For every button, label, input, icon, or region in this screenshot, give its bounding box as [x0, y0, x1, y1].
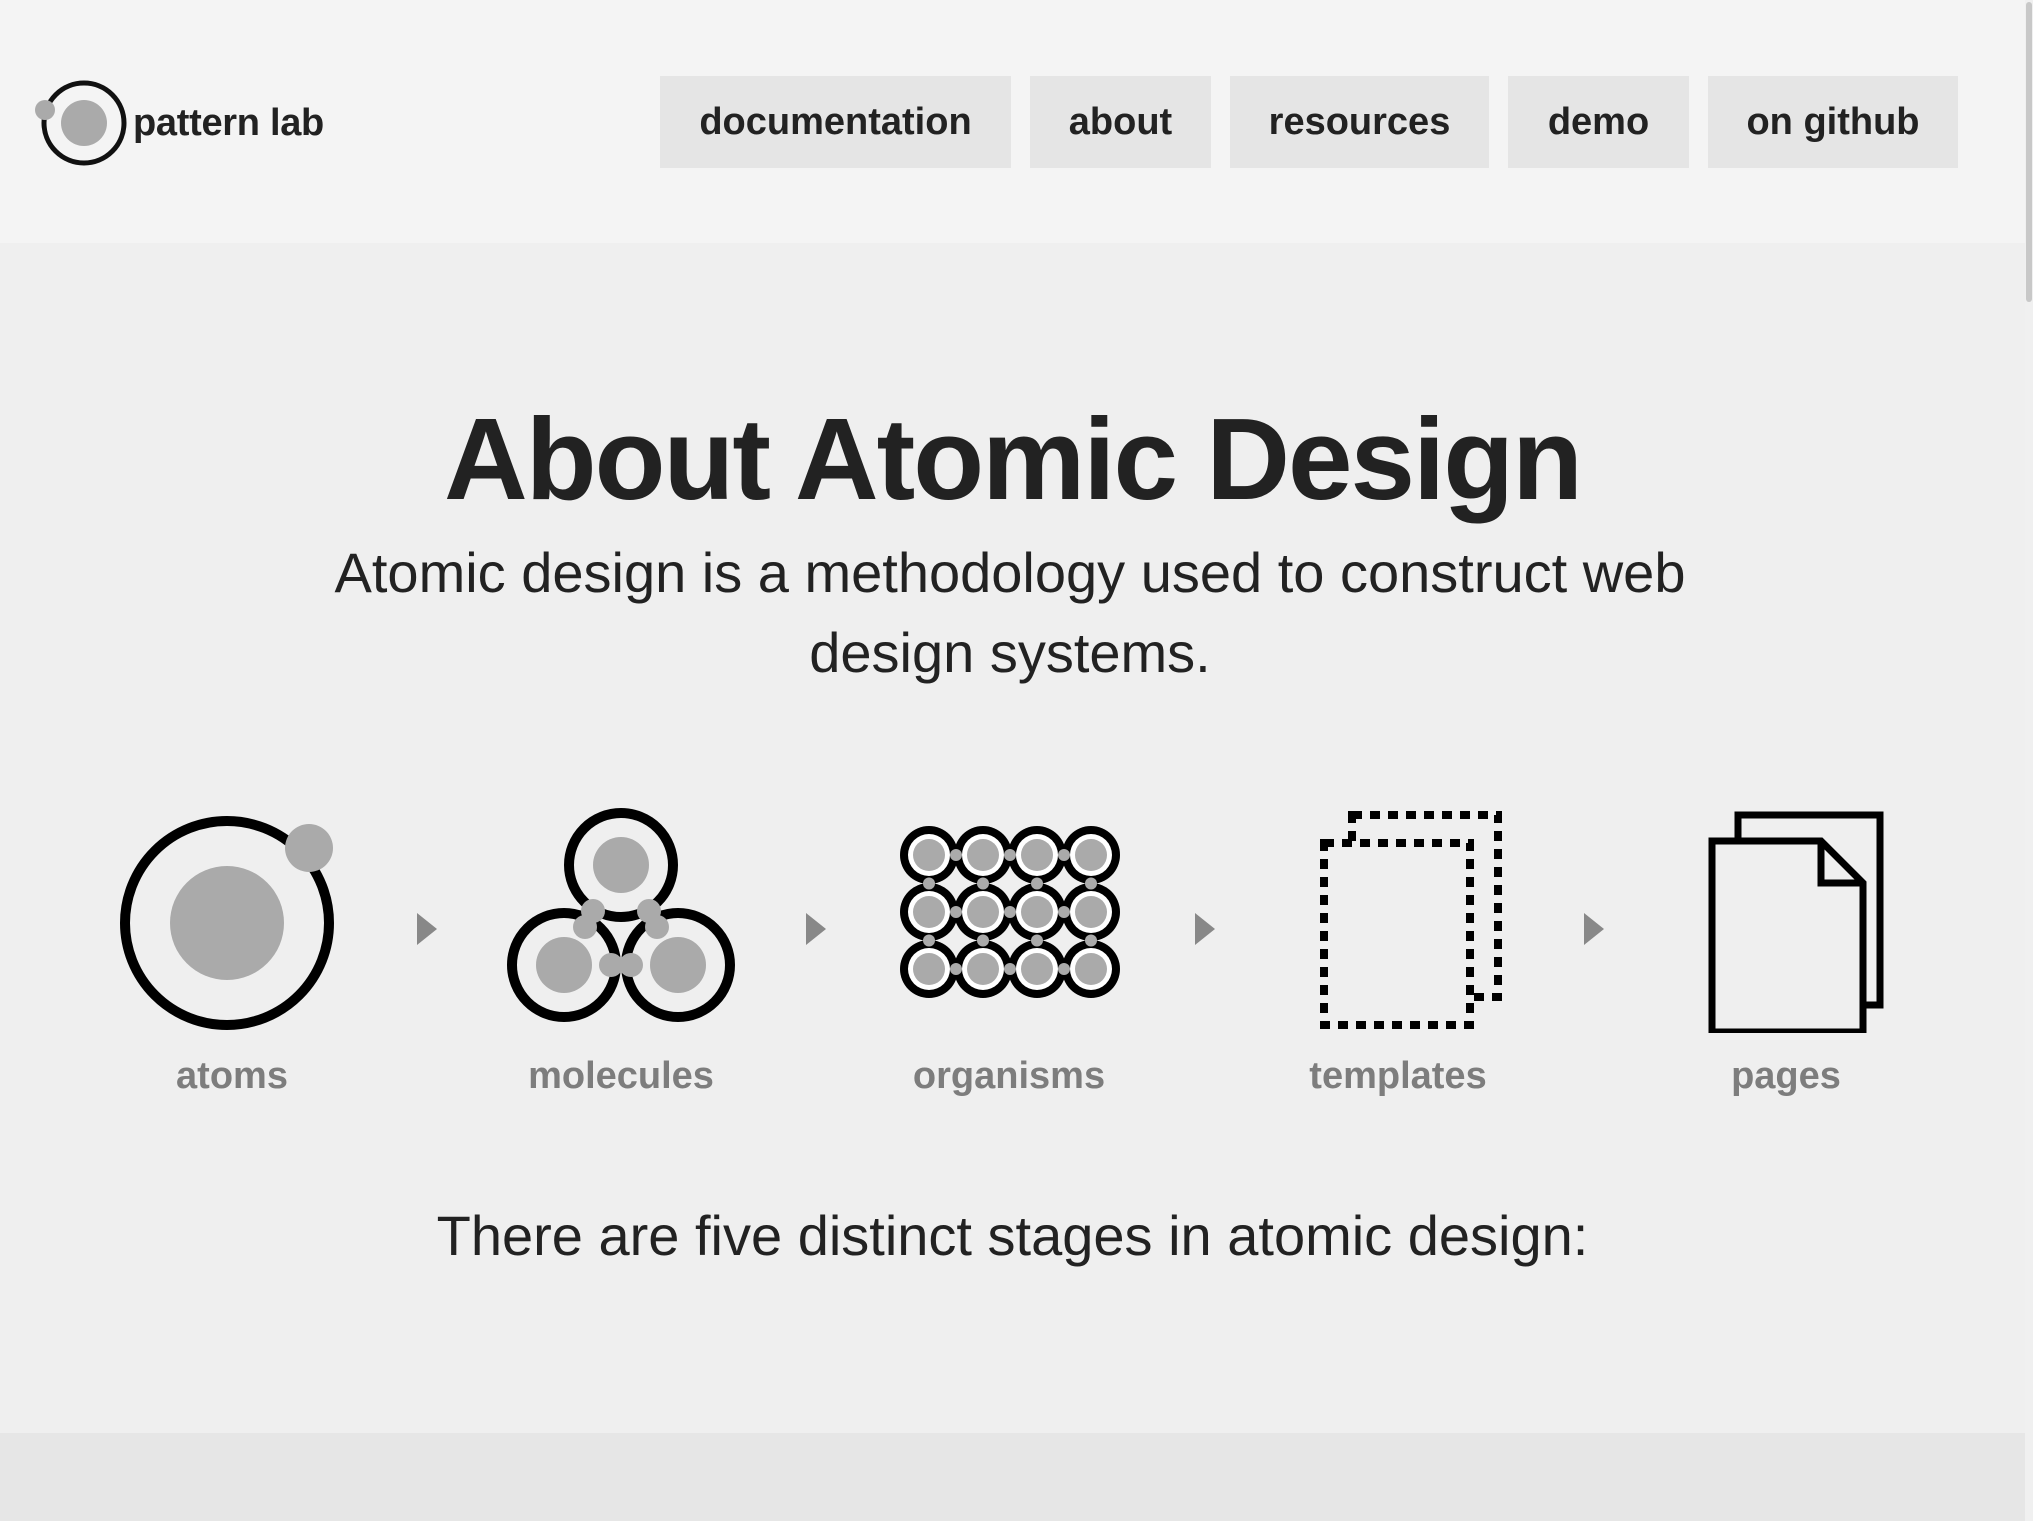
page-subtitle: Atomic design is a methodology used to c… — [334, 541, 1686, 684]
logo[interactable]: pattern lab — [34, 78, 324, 168]
main-content: About Atomic Design Atomic design is a m… — [0, 243, 2025, 1433]
scrollbar-thumb[interactable] — [2026, 2, 2032, 302]
stage-pages: pages — [1646, 803, 1926, 1098]
stages-intro-text: There are five distinct stages in atomic… — [436, 1204, 1589, 1267]
site-header: pattern lab documentation about resource… — [0, 0, 2025, 243]
stage-label-organisms: organisms — [912, 1055, 1106, 1097]
stage-molecules: molecules — [481, 803, 761, 1098]
arrow-right-icon — [806, 913, 826, 945]
stage-label-atoms: atoms — [176, 1055, 288, 1097]
nav-about[interactable]: about — [1030, 76, 1211, 168]
footer-band — [0, 1433, 2025, 1521]
nav-documentation[interactable]: documentation — [660, 76, 1011, 168]
scrollbar[interactable] — [2025, 0, 2033, 1521]
pages-icon — [1708, 811, 1884, 1033]
stage-organisms: organisms — [869, 803, 1149, 1098]
logo-text: pattern lab — [133, 101, 324, 144]
pattern-lab-logo-icon — [35, 80, 127, 166]
stage-label-templates: templates — [1309, 1055, 1487, 1097]
arrow-right-icon — [1584, 913, 1604, 945]
template-icon — [1320, 811, 1502, 1029]
stages-diagram: atoms molecules organisms templates page… — [0, 803, 2025, 1123]
nav-demo[interactable]: demo — [1508, 76, 1689, 168]
stage-label-pages: pages — [1731, 1055, 1841, 1097]
molecule-icon — [507, 808, 735, 1022]
main-nav: documentation about resources demo on gi… — [660, 76, 1958, 168]
arrow-right-icon — [417, 913, 437, 945]
page-title: About Atomic Design — [443, 394, 1583, 524]
atom-icon — [120, 816, 334, 1030]
organism-icon — [900, 826, 1120, 998]
nav-on-github[interactable]: on github — [1708, 76, 1958, 168]
arrow-right-icon — [1195, 913, 1215, 945]
stage-templates: templates — [1258, 803, 1538, 1098]
stage-atoms: atoms — [92, 803, 372, 1098]
stage-label-molecules: molecules — [528, 1055, 714, 1097]
nav-resources[interactable]: resources — [1230, 76, 1489, 168]
